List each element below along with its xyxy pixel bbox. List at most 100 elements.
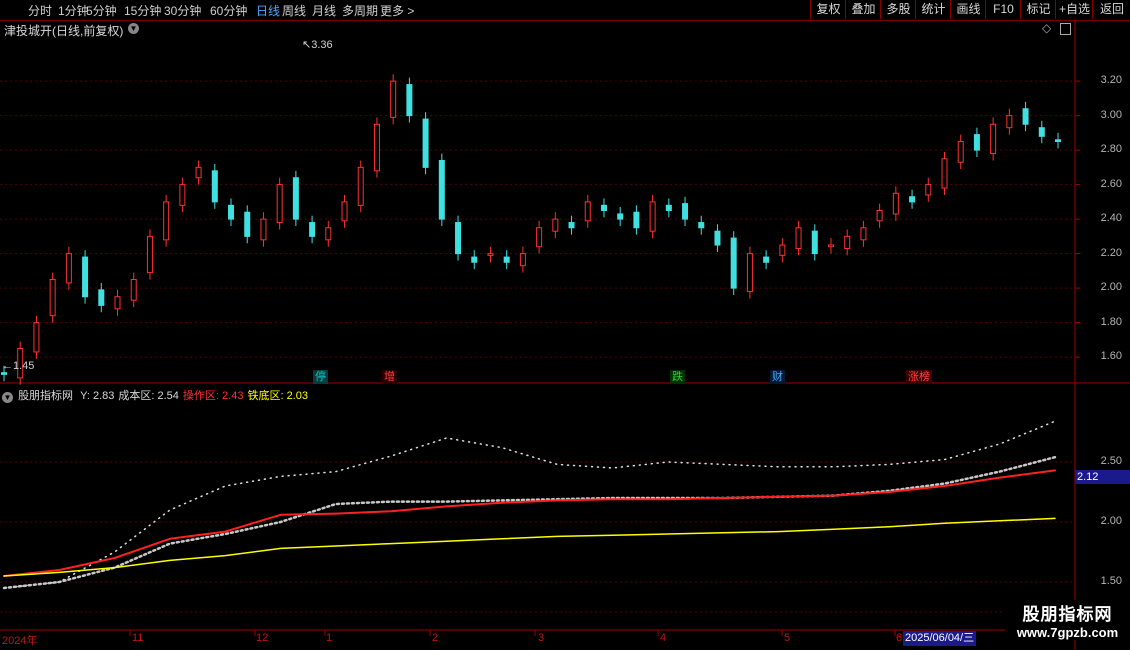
indicator-series-line <box>2 455 1057 590</box>
candle-body <box>422 118 429 168</box>
event-marker[interactable]: 增 <box>382 370 397 384</box>
candle-body <box>244 211 251 237</box>
candle-body <box>600 204 607 211</box>
chevron-down-icon[interactable]: ▼ <box>2 392 13 403</box>
candle-body <box>1006 115 1013 129</box>
candle-body <box>990 123 997 155</box>
candle-body <box>163 201 170 241</box>
low-price-label: ←1.45 <box>2 360 35 372</box>
price-tick-label: 2.60 <box>1100 177 1122 190</box>
candle-body <box>1022 108 1029 125</box>
event-marker[interactable]: 停 <box>313 370 328 384</box>
candle-body <box>179 184 186 206</box>
candle-body <box>763 256 770 263</box>
candle-body <box>487 253 494 256</box>
candle-body <box>568 222 575 229</box>
event-marker[interactable]: 财 <box>770 370 785 384</box>
time-tick-label: 5 <box>784 632 791 644</box>
time-tick-label: 3 <box>538 632 545 644</box>
candle-body <box>1055 139 1061 142</box>
price-tick-label: 3.00 <box>1100 108 1122 121</box>
candle-body <box>844 235 851 249</box>
candle-body <box>98 289 105 306</box>
indicator-tick-label: 1.50 <box>1100 575 1122 587</box>
candle-body <box>211 170 218 203</box>
candle-body <box>925 184 932 196</box>
candle-body <box>65 253 72 284</box>
chart-canvas[interactable] <box>0 0 1130 650</box>
candle-body <box>341 201 348 222</box>
indicator-tick-label: 2.00 <box>1100 515 1122 527</box>
candle-body <box>633 211 640 229</box>
candle-body <box>292 177 299 220</box>
candle-body <box>682 203 689 220</box>
candle-body <box>82 256 89 298</box>
watermark-url: www.7gpzb.com <box>1016 625 1119 640</box>
time-tick-label: 2 <box>432 632 439 644</box>
indicator-title: ▼ 股朋指标网 Y: 2.83 成本区: 2.54 操作区: 2.43 铁底区: 2.… <box>0 387 312 403</box>
time-tick-label: 2024年 <box>2 635 38 647</box>
candle-body <box>357 166 364 206</box>
candle-body <box>730 237 737 289</box>
cursor-date: 2025/06/04/三 <box>903 631 977 646</box>
candle-body <box>503 256 510 263</box>
indicator-series-line <box>3 469 1056 577</box>
candle-body <box>471 256 478 263</box>
candle-body <box>519 253 526 267</box>
candle-body <box>876 210 883 222</box>
price-tick-label: 2.80 <box>1100 143 1122 156</box>
current-value-badge: 2.12 <box>1075 470 1130 484</box>
watermark-title: 股朋指标网 <box>1022 605 1113 624</box>
candle-body <box>909 196 916 203</box>
event-marker[interactable]: 涨榜 <box>906 370 932 384</box>
candle-body <box>779 244 786 256</box>
candle-body <box>941 158 948 189</box>
candle-body <box>973 134 980 151</box>
candle-body <box>698 222 705 229</box>
price-tick-label: 1.80 <box>1100 315 1122 328</box>
candle-body <box>892 192 899 215</box>
candle-body <box>438 159 445 220</box>
candle-body <box>146 235 153 274</box>
time-tick-label: 6 <box>896 632 903 644</box>
time-tick-label: 4 <box>660 632 667 644</box>
indicator-value-0: Y: 2.83 <box>80 390 115 402</box>
candle-body <box>860 227 867 241</box>
candle-body <box>228 204 235 220</box>
candle-body <box>49 279 56 317</box>
indicator-axis: 2.502.001.501.25 <box>1075 387 1130 630</box>
indicator-value-1: 成本区: 2.54 <box>118 390 179 402</box>
price-tick-label: 2.00 <box>1100 281 1122 294</box>
price-tick-label: 2.40 <box>1100 212 1122 225</box>
price-tick-label: 2.20 <box>1100 246 1122 259</box>
candle-body <box>455 222 462 255</box>
price-axis: 3.20 3.00 2.80 2.60 2.40 2.20 2.00 1.80 1.60 <box>1075 38 1130 383</box>
time-tick-label: 12 <box>256 632 269 644</box>
candle-body <box>746 253 753 293</box>
candle-body <box>1 372 7 375</box>
time-tick-label: 1 <box>326 632 333 644</box>
candle-body <box>552 218 559 232</box>
watermark: 股朋指标网 www.7gpzb.com <box>1005 600 1130 640</box>
indicator-value-3: 铁底区: 2.03 <box>247 390 308 402</box>
candle-body <box>617 213 624 220</box>
candle-body <box>195 166 202 179</box>
price-tick-label: 1.60 <box>1100 350 1122 363</box>
indicator-value-2: 操作区: 2.43 <box>182 390 244 402</box>
candle-body <box>33 322 40 353</box>
candle-body <box>957 141 964 163</box>
indicator-tick-label: 2.50 <box>1100 455 1122 467</box>
candle-body <box>665 204 672 211</box>
candle-body <box>309 222 316 237</box>
indicator-name: 股朋指标网 <box>18 390 74 402</box>
candle-body <box>325 227 332 241</box>
price-tick-label: 3.20 <box>1100 74 1122 87</box>
candle-body <box>390 80 397 118</box>
candle-body <box>795 227 802 249</box>
candle-body <box>276 184 283 224</box>
candle-body <box>584 201 591 222</box>
candle-body <box>536 227 543 248</box>
candle-body <box>373 123 380 172</box>
time-tick-label: 11 <box>132 632 144 644</box>
event-marker[interactable]: 跌 <box>670 370 685 384</box>
